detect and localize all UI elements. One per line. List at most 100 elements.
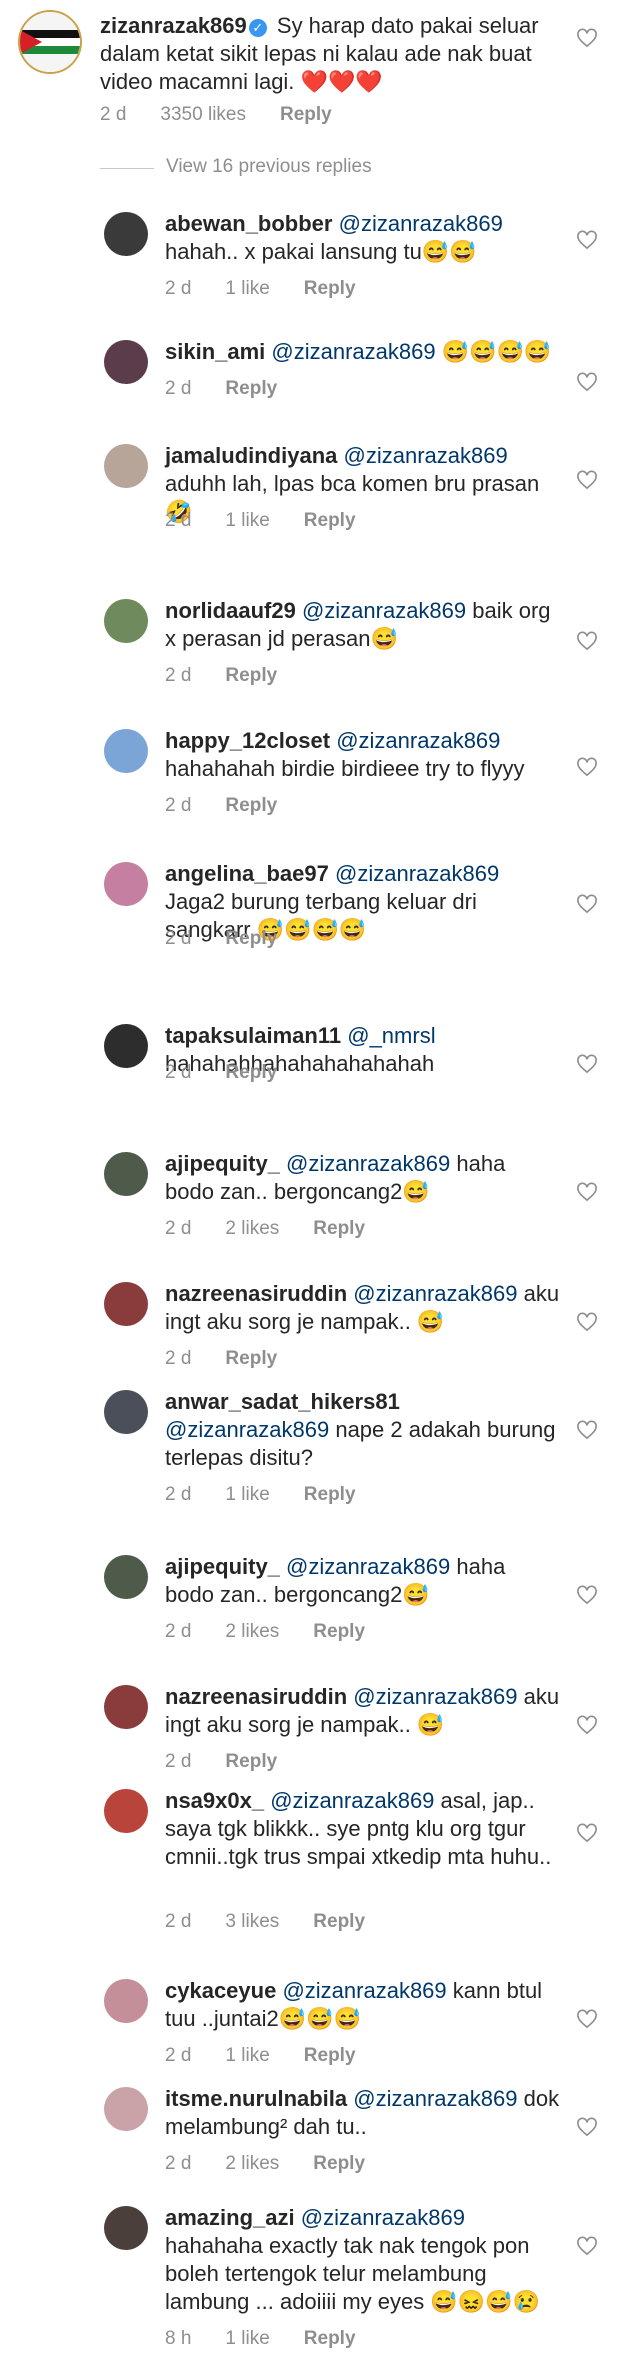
reply-button[interactable]: Reply [225,1348,277,1369]
reply-button[interactable]: Reply [225,1062,277,1083]
avatar[interactable] [104,1789,148,1833]
comment-likes[interactable]: 1 like [225,510,269,531]
mention-link[interactable]: @zizanrazak869 [353,1684,517,1709]
reply-button[interactable]: Reply [225,795,277,816]
avatar[interactable] [104,1024,148,1068]
reply-button[interactable]: Reply [225,665,277,686]
reply-button[interactable]: Reply [313,2153,365,2174]
avatar[interactable] [104,1979,148,2023]
avatar[interactable] [18,10,82,74]
mention-link[interactable]: @zizanrazak869 [353,1281,517,1306]
heart-outline-icon[interactable] [576,470,598,490]
reply-button[interactable]: Reply [225,928,277,949]
mention-link[interactable]: @zizanrazak869 [335,861,499,886]
avatar[interactable] [104,729,148,773]
avatar[interactable] [104,1152,148,1196]
comment-username[interactable]: norlidaauf29 [165,598,296,623]
mention-link[interactable]: @_nmrsl [347,1023,435,1048]
avatar[interactable] [104,599,148,643]
heart-outline-icon[interactable] [576,1054,598,1074]
reply-comment: cykaceyue @zizanrazak869 kann btul tuu .… [0,1977,629,2083]
comment-likes[interactable]: 1 like [225,2045,269,2066]
reply-button[interactable]: Reply [313,1621,365,1642]
heart-outline-icon[interactable] [576,1585,598,1605]
comment-likes[interactable]: 1 like [225,278,269,299]
comment-username[interactable]: zizanrazak869 [100,13,247,38]
avatar[interactable] [104,1390,148,1434]
heart-outline-icon[interactable] [576,2117,598,2137]
reply-button[interactable]: Reply [304,510,356,531]
comment-likes[interactable]: 3 likes [225,1911,279,1932]
avatar[interactable] [104,444,148,488]
avatar[interactable] [104,2087,148,2131]
avatar[interactable] [104,1685,148,1729]
comment-body: nazreenasiruddin @zizanrazak869 aku ingt… [165,1683,560,1739]
reply-button[interactable]: Reply [313,1218,365,1239]
reply-button[interactable]: Reply [304,2328,356,2349]
mention-link[interactable]: @zizanrazak869 [286,1554,450,1579]
avatar[interactable] [104,862,148,906]
heart-outline-icon[interactable] [576,894,598,914]
comment-time: 2 d [165,1218,192,1239]
comment-likes[interactable]: 1 like [225,1484,269,1505]
mention-link[interactable]: @zizanrazak869 [286,1151,450,1176]
heart-outline-icon[interactable] [576,372,598,392]
heart-outline-icon[interactable] [576,1312,598,1332]
comment-username[interactable]: anwar_sadat_hikers81 [165,1389,400,1414]
heart-outline-icon[interactable] [576,2236,598,2256]
avatar[interactable] [104,212,148,256]
heart-outline-icon[interactable] [576,2009,598,2029]
comment-username[interactable]: nazreenasiruddin [165,1684,347,1709]
mention-link[interactable]: @zizanrazak869 [282,1978,446,2003]
comment-username[interactable]: jamaludindiyana [165,443,337,468]
heart-outline-icon[interactable] [576,1715,598,1735]
view-previous-label[interactable]: View 16 previous replies [166,156,372,178]
heart-outline-icon[interactable] [576,230,598,250]
heart-outline-icon[interactable] [576,1823,598,1843]
comment-username[interactable]: nsa9x0x_ [165,1788,264,1813]
comment-username[interactable]: ajipequity_ [165,1554,280,1579]
comment-username[interactable]: itsme.nurulnabila [165,2086,347,2111]
avatar[interactable] [104,2206,148,2250]
mention-link[interactable]: @zizanrazak869 [302,598,466,623]
comment-username[interactable]: amazing_azi [165,2205,295,2230]
heart-outline-icon[interactable] [576,1420,598,1440]
comment-username[interactable]: nazreenasiruddin [165,1281,347,1306]
mention-link[interactable]: @zizanrazak869 [271,339,435,364]
comment-meta: 2 d Reply [165,795,311,817]
mention-link[interactable]: @zizanrazak869 [353,2086,517,2111]
comment-likes[interactable]: 2 likes [225,1621,279,1642]
comment-likes[interactable]: 2 likes [225,1218,279,1239]
mention-link[interactable]: @zizanrazak869 [344,443,508,468]
reply-button[interactable]: Reply [225,1751,277,1772]
comment-meta: 2 d Reply [165,378,311,400]
comment-username[interactable]: tapaksulaiman11 [165,1023,341,1048]
reply-button[interactable]: Reply [304,1484,356,1505]
heart-outline-icon[interactable] [576,28,598,48]
reply-button[interactable]: Reply [225,378,277,399]
heart-outline-icon[interactable] [576,631,598,651]
heart-outline-icon[interactable] [576,1182,598,1202]
comment-username[interactable]: angelina_bae97 [165,861,329,886]
mention-link[interactable]: @zizanrazak869 [339,211,503,236]
reply-button[interactable]: Reply [313,1911,365,1932]
comment-username[interactable]: ajipequity_ [165,1151,280,1176]
reply-button[interactable]: Reply [304,2045,356,2066]
avatar[interactable] [104,340,148,384]
mention-link[interactable]: @zizanrazak869 [165,1417,329,1442]
mention-link[interactable]: @zizanrazak869 [270,1788,434,1813]
mention-link[interactable]: @zizanrazak869 [336,728,500,753]
heart-outline-icon[interactable] [576,757,598,777]
comment-username[interactable]: abewan_bobber [165,211,332,236]
reply-button[interactable]: Reply [304,278,356,299]
comment-username[interactable]: sikin_ami [165,339,265,364]
comment-likes[interactable]: 2 likes [225,2153,279,2174]
avatar[interactable] [104,1282,148,1326]
reply-button[interactable]: Reply [280,104,332,125]
avatar[interactable] [104,1555,148,1599]
comment-likes[interactable]: 3350 likes [160,104,246,125]
comment-likes[interactable]: 1 like [225,2328,269,2349]
comment-username[interactable]: cykaceyue [165,1978,276,2003]
comment-username[interactable]: happy_12closet [165,728,330,753]
mention-link[interactable]: @zizanrazak869 [301,2205,465,2230]
